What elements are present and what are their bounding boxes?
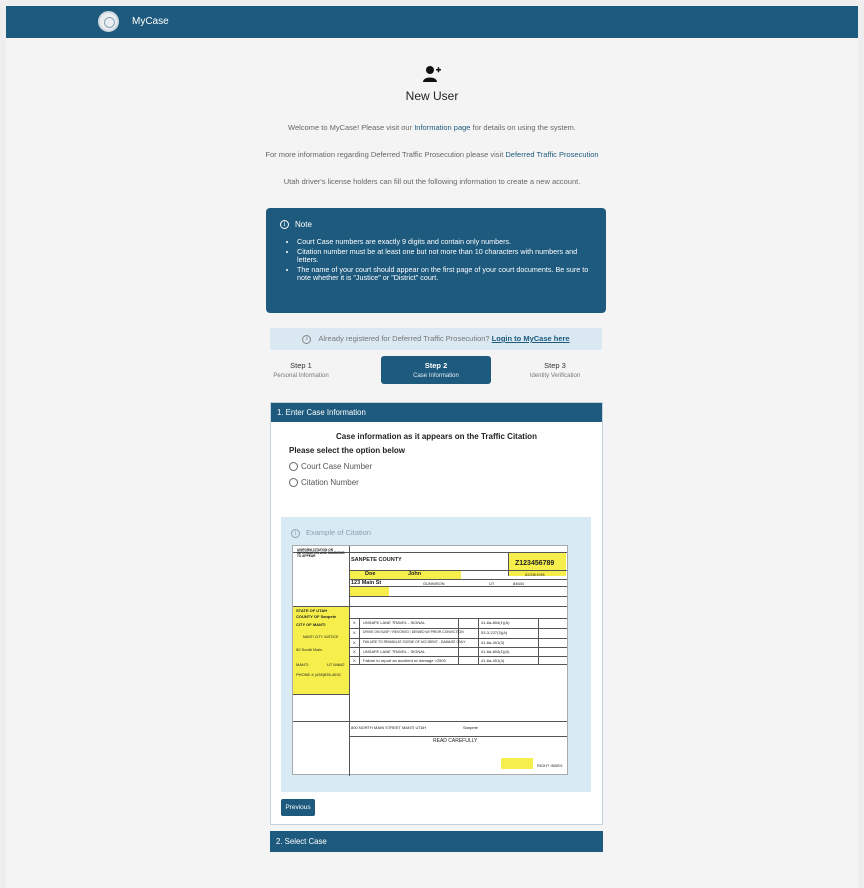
case-info-title: Case information as it appears on the Tr… <box>336 432 537 441</box>
already-registered-banner: i Already registered for Deferred Traffic… <box>270 328 602 350</box>
info-circle-icon: i <box>302 334 312 344</box>
case-information-card: 1. Enter Case Information Case informati… <box>270 402 603 825</box>
citation-first-name: John <box>408 571 422 577</box>
citation-number-value: Z123456789 <box>515 560 555 567</box>
violation-desc: UNSAFE LANE TRAVEL - SIGNAL <box>363 649 426 654</box>
utah-license-note: Utah driver's license holders can fill o… <box>283 177 581 186</box>
note-heading: Note <box>295 220 312 229</box>
violation-desc: DRIVE ON SUSP / REVOKED / DENIED W/ PRIO… <box>363 630 464 634</box>
court-name: MANTI CITY JUSTICE <box>303 635 339 639</box>
section-heading[interactable]: 1. Enter Case Information <box>271 403 602 422</box>
citation-dob: 02/28/1991 <box>525 572 546 577</box>
citation-street: 123 Main St <box>351 580 382 586</box>
page: MyCase New User Welcome to MyCase! Pleas… <box>6 6 858 888</box>
dtp-link[interactable]: Deferred Traffic Prosecution <box>505 150 598 159</box>
violation-code: 41-6a-401(4) <box>481 658 505 663</box>
note-list: Court Case numbers are exactly 9 digits … <box>280 237 592 283</box>
court-phone: PHONE # (435)835-4631 <box>296 672 341 677</box>
violation-code: 41-6a-804(1)(A) <box>481 620 510 625</box>
step-identity-verification: Step 3 Identity Verification <box>529 361 581 379</box>
court-city: CITY OF MANTI <box>296 622 326 627</box>
radio-button[interactable] <box>289 478 298 487</box>
court-case-number-radio[interactable]: Court Case Number <box>289 462 602 471</box>
note-panel: i Note Court Case numbers are exactly 9 d… <box>266 208 606 313</box>
violation-desc: FAILURE TO REMAIN AT SCENE OF ACCIDENT -… <box>363 640 466 644</box>
select-case-section[interactable]: 2. Select Case <box>270 831 603 852</box>
citation-county: Sanpete <box>463 725 478 730</box>
info-circle-icon: i <box>291 529 300 538</box>
violation-desc: Failure to report an accident w/ damage … <box>363 658 446 663</box>
citation-location: 800 NORTH MAIN STREET MANTI UTAH <box>351 725 427 730</box>
top-navbar: MyCase <box>6 6 858 38</box>
violation-desc: UNSAFE LANE TRAVEL - SIGNAL <box>363 620 426 625</box>
right-index: RIGHT INDEX <box>537 763 563 768</box>
citation-number-radio[interactable]: Citation Number <box>289 478 602 487</box>
step-personal-information: Step 1 Personal Information <box>273 361 329 379</box>
page-title: New User <box>405 89 459 103</box>
citation-city: GUNNISON <box>423 581 445 586</box>
welcome-text: Welcome to MyCase! Please visit our Info… <box>288 123 576 132</box>
select-option-label: Please select the option below <box>289 446 406 455</box>
citation-example-image: UNIFORM CITATION OR INFORMATION AND SUMM… <box>292 545 568 776</box>
note-item: Citation number must be at least one but… <box>297 247 592 265</box>
court-town: MANTI <box>296 662 309 667</box>
step-indicator: Step 1 Personal Information Step 2 Case In… <box>273 356 606 386</box>
court-county: COUNTY OF Sanpete <box>296 614 337 619</box>
information-page-link[interactable]: Information page <box>414 123 470 132</box>
violation-code: 41-6a-401(3) <box>481 640 505 645</box>
citation-zip: 84634 <box>513 581 525 586</box>
citation-state: UT <box>489 581 495 586</box>
violation-code: 53-3-227(3)(A) <box>481 630 508 635</box>
dtp-text: For more information regarding Deferred … <box>265 150 599 159</box>
violation-code: 41-6a-804(1)(A) <box>481 649 510 654</box>
court-street: 50 South Main <box>296 647 322 652</box>
radio-button[interactable] <box>289 462 298 471</box>
court-state: STATE OF UTAH <box>296 608 328 613</box>
citation-agency: SANPETE COUNTY <box>351 557 402 563</box>
citation-example-panel: i Example of Citation UNIFORM CITATION O… <box>281 517 591 792</box>
add-user-icon <box>423 66 441 82</box>
court-state-zip: UT 84642 <box>327 662 345 667</box>
state-seal-icon[interactable] <box>98 11 119 32</box>
login-link[interactable]: Login to MyCase here <box>492 334 570 343</box>
note-item: Court Case numbers are exactly 9 digits … <box>297 237 592 247</box>
brand-name[interactable]: MyCase <box>132 16 169 27</box>
citation-header: UNIFORM CITATION OR INFORMATION AND SUMM… <box>297 548 345 559</box>
step-case-information: Step 2 Case Information <box>381 356 491 384</box>
citation-last-name: Doe <box>365 571 376 577</box>
read-carefully: READ CAREFULLY <box>433 738 478 744</box>
note-item: The name of your court should appear on … <box>297 265 592 283</box>
info-circle-icon: i <box>280 220 289 229</box>
previous-button[interactable]: Previous <box>281 799 315 816</box>
